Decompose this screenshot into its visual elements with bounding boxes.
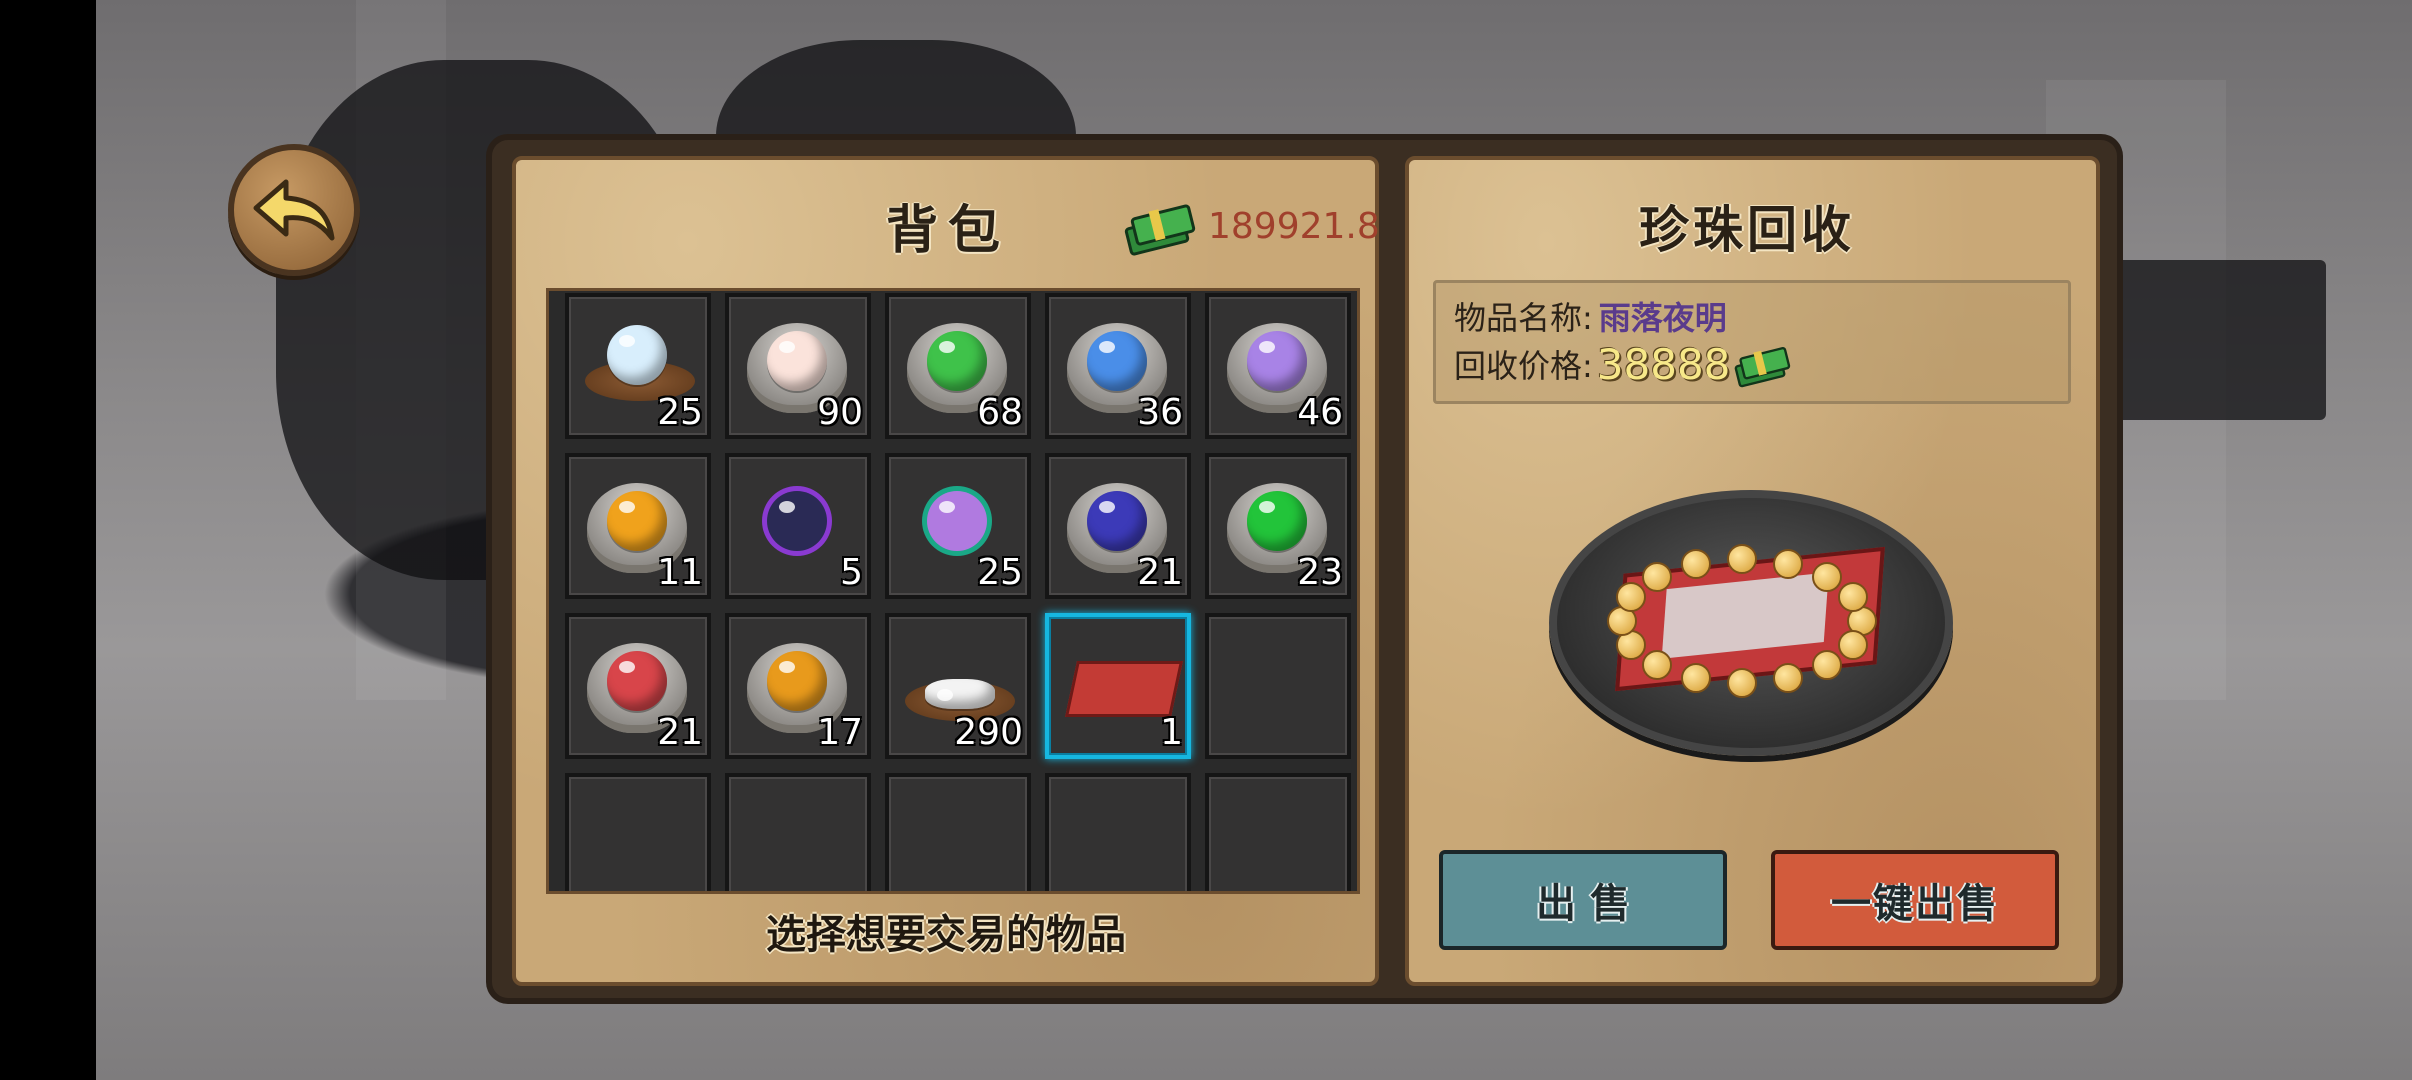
item-name-value: 雨落夜明 <box>1598 299 1727 337</box>
inventory-slot[interactable] <box>725 773 871 891</box>
item-count: 46 <box>1297 392 1343 433</box>
inventory-slot[interactable]: 5 <box>725 453 871 599</box>
inventory-slot[interactable]: 25 <box>885 453 1031 599</box>
necklace-bead <box>1837 582 1868 613</box>
money-amount: 189921.8 <box>1208 205 1380 247</box>
inventory-slot[interactable]: 17 <box>725 613 871 759</box>
item-count: 11 <box>657 552 703 593</box>
select-item-hint: 选择想要交易的物品 <box>766 912 1126 958</box>
money-display: 189921.8 <box>1124 196 1380 256</box>
necklace-bead <box>1681 548 1712 579</box>
bag-title: 背包 <box>886 201 1011 261</box>
shop-frame: 背包 189921.8 25 90 68 36 46 11 5 25 21 23 21 17 290 1 … <box>492 140 2117 998</box>
item-count: 36 <box>1137 392 1183 433</box>
cash-stack-icon <box>1735 347 1791 388</box>
item-preview <box>1549 490 1953 756</box>
inventory-slot[interactable]: 68 <box>885 293 1031 439</box>
inventory-grid: 25 90 68 36 46 11 5 25 21 23 21 17 290 1 <box>546 288 1360 894</box>
price-label: 回收价格: <box>1454 347 1593 385</box>
price-value: 38888 <box>1596 339 1731 389</box>
necklace-bead <box>1811 649 1842 680</box>
item-count: 1 <box>1160 712 1183 753</box>
item-count: 23 <box>1297 552 1343 593</box>
cash-stack-icon <box>1124 204 1196 256</box>
item-count: 21 <box>657 712 703 753</box>
item-count: 90 <box>817 392 863 433</box>
inventory-slot[interactable] <box>565 773 711 891</box>
necklace-bead <box>1727 668 1757 698</box>
item-count: 290 <box>954 712 1023 753</box>
necklace-bead <box>1681 663 1712 694</box>
item-name-label: 物品名称: <box>1454 299 1593 337</box>
necklace-bead <box>1837 629 1868 660</box>
necklace-bead <box>1772 663 1803 694</box>
inventory-slot[interactable] <box>1205 773 1351 891</box>
item-count: 21 <box>1137 552 1183 593</box>
necklace-bead <box>1772 548 1803 579</box>
item-count: 25 <box>977 552 1023 593</box>
inventory-slot[interactable]: 36 <box>1045 293 1191 439</box>
back-button[interactable] <box>228 144 360 276</box>
item-count: 5 <box>840 552 863 593</box>
inventory-slot[interactable]: 25 <box>565 293 711 439</box>
back-arrow-icon <box>253 179 335 241</box>
recycle-title: 珍珠回收 <box>1639 201 1855 259</box>
sell-all-button[interactable]: 一键出售 <box>1771 850 2059 950</box>
item-price-row: 回收价格: 38888 <box>1454 339 1794 389</box>
inventory-slot[interactable]: 23 <box>1205 453 1351 599</box>
bag-panel: 背包 189921.8 25 90 68 36 46 11 5 25 21 23 21 17 290 1 … <box>512 156 1380 986</box>
item-count: 25 <box>657 392 703 433</box>
item-name-row: 物品名称: 雨落夜明 <box>1454 293 1727 339</box>
inventory-slot[interactable]: 21 <box>565 613 711 759</box>
inventory-slot[interactable]: 290 <box>885 613 1031 759</box>
inventory-slot[interactable] <box>885 773 1031 891</box>
inventory-slot[interactable] <box>1205 613 1351 759</box>
inventory-slot[interactable]: 21 <box>1045 453 1191 599</box>
inventory-slot[interactable]: 1 <box>1045 613 1191 759</box>
inventory-slot[interactable] <box>1045 773 1191 891</box>
necklace-bead <box>1811 562 1842 593</box>
recycle-panel: 珍珠回收 物品名称: 雨落夜明 回收价格: 38888 出 售 一键出售 <box>1405 156 2100 986</box>
necklace-bead <box>1642 649 1673 680</box>
item-count: 68 <box>977 392 1023 433</box>
inventory-slot[interactable]: 90 <box>725 293 871 439</box>
necklace-bead <box>1727 544 1757 574</box>
item-info-box: 物品名称: 雨落夜明 回收价格: 38888 <box>1433 280 2071 404</box>
inventory-slot[interactable]: 46 <box>1205 293 1351 439</box>
inventory-slot[interactable]: 11 <box>565 453 711 599</box>
item-count: 17 <box>817 712 863 753</box>
sell-button[interactable]: 出 售 <box>1439 850 1727 950</box>
